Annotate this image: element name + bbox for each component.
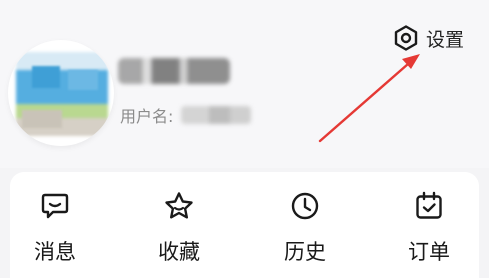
quick-action-favorites[interactable]: 收藏 xyxy=(134,190,224,270)
settings-button[interactable]: 设置 xyxy=(392,24,464,52)
username-row: 用户名: xyxy=(120,104,252,126)
quick-action-label: 历史 xyxy=(284,240,326,264)
star-icon xyxy=(165,192,193,219)
profile-header: 用户名: 设置 xyxy=(0,0,489,168)
clock-icon xyxy=(291,192,319,220)
settings-label: 设置 xyxy=(426,28,465,51)
quick-action-history[interactable]: 历史 xyxy=(260,190,350,270)
quick-action-label: 消息 xyxy=(34,240,76,264)
message-icon xyxy=(41,193,69,219)
quick-action-orders[interactable]: 订单 xyxy=(384,190,474,270)
quick-action-label: 收藏 xyxy=(158,240,200,264)
display-name-redacted xyxy=(118,58,230,84)
username-label: 用户名: xyxy=(120,107,174,126)
username-value-redacted xyxy=(181,106,252,124)
avatar[interactable] xyxy=(8,40,114,146)
quick-action-label: 订单 xyxy=(408,240,450,264)
avatar-pixel xyxy=(22,110,62,128)
avatar-pixel xyxy=(68,70,98,90)
avatar-pixel xyxy=(32,66,60,88)
quick-actions-card: 消息 收藏 历史 订单 xyxy=(10,172,479,278)
calendar-check-icon xyxy=(416,191,442,219)
quick-action-messages[interactable]: 消息 xyxy=(10,190,100,270)
settings-icon xyxy=(394,25,418,51)
